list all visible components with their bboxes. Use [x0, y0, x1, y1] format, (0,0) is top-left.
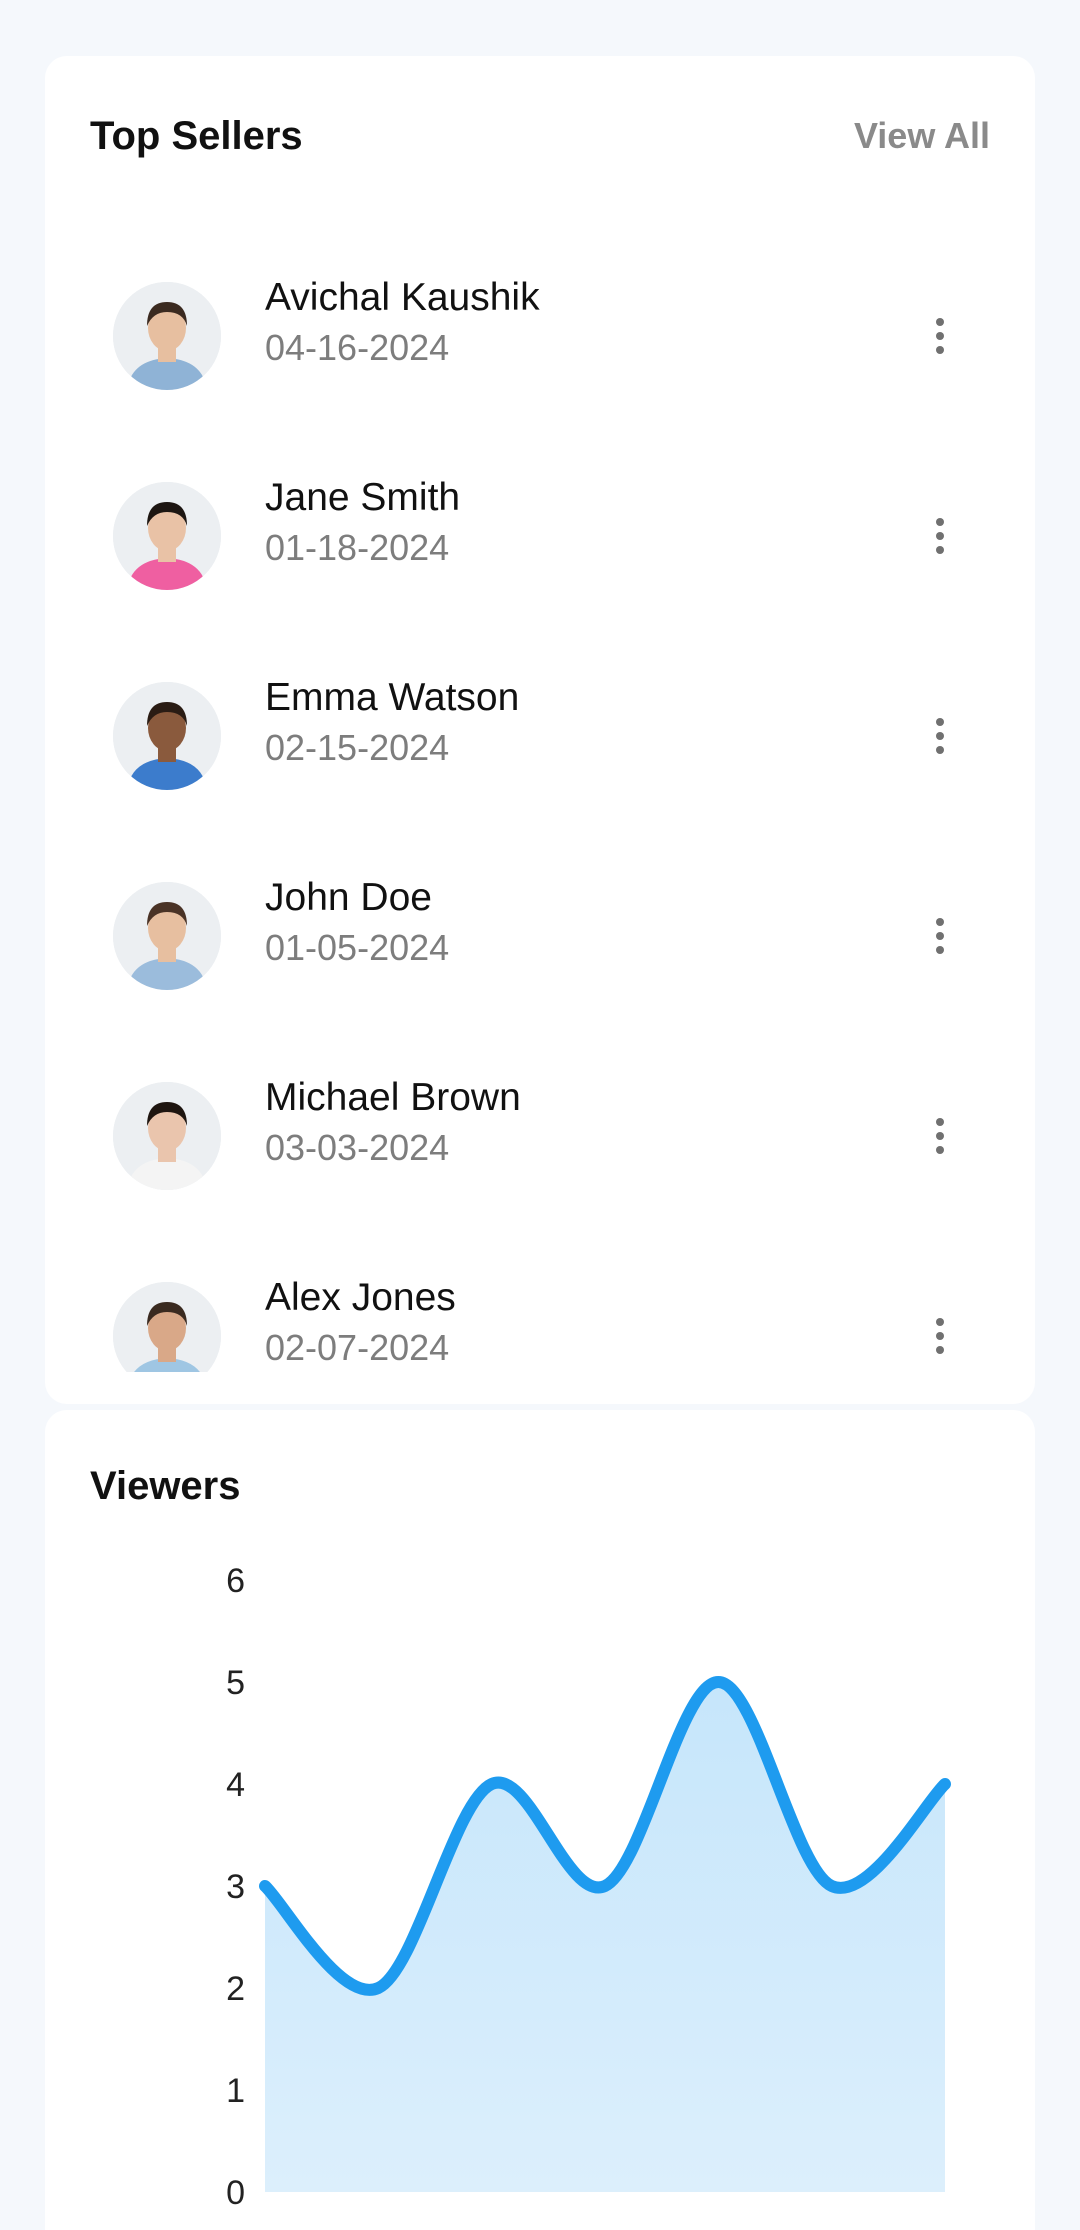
- seller-date: 01-05-2024: [265, 927, 450, 968]
- seller-avatar: [113, 1282, 221, 1372]
- top-sellers-card: Top Sellers View All Avichal Kaushik 04-1…: [45, 56, 1035, 1404]
- seller-avatar: [113, 482, 221, 590]
- seller-row[interactable]: Alex Jones 02-07-2024: [45, 1236, 1035, 1372]
- more-options-icon[interactable]: [915, 906, 965, 966]
- seller-row[interactable]: Emma Watson 02-15-2024: [45, 636, 1035, 836]
- seller-avatar: [113, 282, 221, 390]
- y-tick-label: 0: [226, 2174, 245, 2210]
- more-options-icon[interactable]: [915, 1306, 965, 1366]
- seller-name: Michael Brown: [265, 1076, 521, 1119]
- viewers-chart: 0 1 2 3 4 5 6: [226, 1562, 951, 2210]
- top-sellers-title: Top Sellers: [90, 113, 303, 158]
- seller-date: 03-03-2024: [265, 1127, 450, 1168]
- seller-text: Avichal Kaushik 04-16-2024: [265, 274, 540, 374]
- viewers-area: [265, 1682, 945, 2192]
- y-tick-label: 1: [226, 2072, 245, 2110]
- y-tick-label: 6: [226, 1562, 245, 1600]
- y-tick-label: 4: [226, 1766, 245, 1804]
- seller-avatar: [113, 682, 221, 790]
- data-point: [944, 1783, 946, 1785]
- seller-name: Jane Smith: [265, 476, 461, 519]
- seller-row[interactable]: Michael Brown 03-03-2024: [45, 1036, 1035, 1236]
- more-options-icon[interactable]: [915, 506, 965, 566]
- seller-name: Alex Jones: [265, 1276, 456, 1319]
- data-point: [717, 1681, 720, 1683]
- seller-text: Emma Watson 02-15-2024: [265, 674, 519, 774]
- data-point: [377, 1987, 380, 1989]
- y-tick-label: 2: [226, 1970, 245, 2008]
- seller-name: Avichal Kaushik: [265, 276, 540, 319]
- seller-name: Emma Watson: [265, 676, 520, 719]
- seller-row[interactable]: Avichal Kaushik 04-16-2024: [45, 236, 1035, 436]
- seller-avatar: [113, 882, 221, 990]
- more-options-icon[interactable]: [915, 1106, 965, 1166]
- seller-date: 04-16-2024: [265, 327, 450, 368]
- seller-date: 01-18-2024: [265, 527, 450, 568]
- viewers-card: Viewers 0123456: [45, 1410, 1035, 2230]
- y-tick-label: 3: [226, 1868, 245, 1906]
- more-options-icon[interactable]: [915, 306, 965, 366]
- seller-avatar: [113, 1082, 221, 1190]
- seller-date: 02-15-2024: [265, 727, 450, 768]
- seller-text: Jane Smith 01-18-2024: [265, 474, 460, 574]
- view-all-link[interactable]: View All: [854, 115, 990, 157]
- data-point: [604, 1885, 606, 1887]
- seller-row[interactable]: Jane Smith 01-18-2024: [45, 436, 1035, 636]
- data-point: [490, 1783, 493, 1785]
- seller-text: Michael Brown 03-03-2024: [265, 1074, 521, 1174]
- data-point: [264, 1885, 266, 1887]
- data-point: [830, 1885, 833, 1887]
- y-tick-label: 5: [226, 1664, 245, 1702]
- seller-name: John Doe: [265, 876, 432, 919]
- more-options-icon[interactable]: [915, 706, 965, 766]
- seller-row[interactable]: John Doe 01-05-2024: [45, 836, 1035, 1036]
- seller-date: 02-07-2024: [265, 1327, 450, 1368]
- seller-text: John Doe 01-05-2024: [265, 874, 449, 974]
- seller-list[interactable]: Avichal Kaushik 04-16-2024 Jane Smith 01-18…: [45, 236, 1035, 1372]
- top-sellers-header: Top Sellers View All: [90, 106, 990, 166]
- seller-text: Alex Jones 02-07-2024: [265, 1274, 456, 1372]
